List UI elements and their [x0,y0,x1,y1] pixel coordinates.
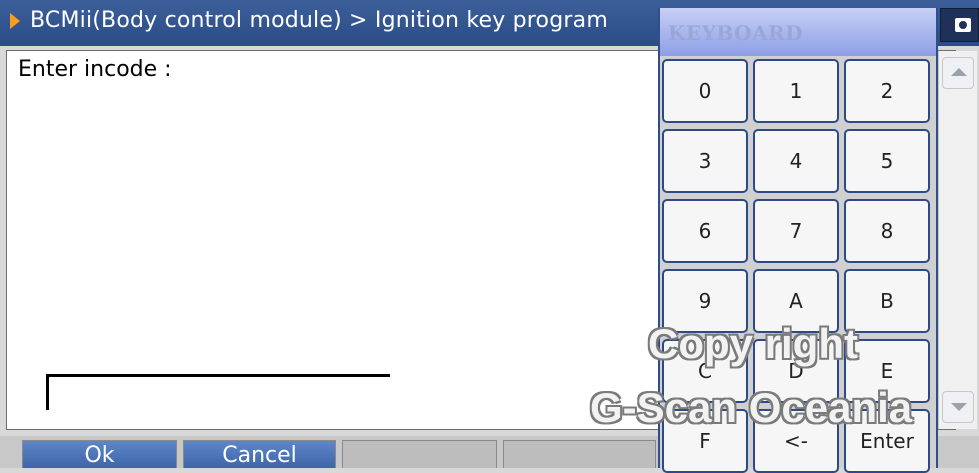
key-1[interactable]: 1 [753,59,839,123]
chevron-up-icon [951,68,967,76]
keyboard-title: KEYBOARD [668,21,804,45]
incode-input[interactable] [46,374,390,410]
camera-button[interactable] [940,8,979,42]
scrollbar[interactable] [938,51,977,429]
scroll-down-button[interactable] [942,391,974,423]
key-backspace[interactable]: <- [753,409,839,473]
footer-button-blank-1 [342,440,497,468]
ok-button[interactable]: Ok [22,440,177,468]
cancel-button[interactable]: Cancel [183,440,336,468]
key-e[interactable]: E [844,339,930,403]
chevron-down-icon [951,403,967,411]
key-3[interactable]: 3 [662,129,748,193]
camera-icon [955,18,971,32]
key-0[interactable]: 0 [662,59,748,123]
key-c[interactable]: C [662,339,748,403]
key-7[interactable]: 7 [753,199,839,263]
key-9[interactable]: 9 [662,269,748,333]
key-6[interactable]: 6 [662,199,748,263]
footer-button-blank-2 [503,440,656,468]
key-8[interactable]: 8 [844,199,930,263]
scroll-up-button[interactable] [942,57,974,89]
arrow-right-icon [10,13,20,29]
key-a[interactable]: A [753,269,839,333]
key-5[interactable]: 5 [844,129,930,193]
keyboard-header: KEYBOARD [660,8,936,56]
key-f[interactable]: F [662,409,748,473]
key-d[interactable]: D [753,339,839,403]
virtual-keyboard: KEYBOARD 0 1 2 3 4 5 6 7 8 9 A B C D E F… [658,8,938,473]
key-2[interactable]: 2 [844,59,930,123]
breadcrumb: BCMii(Body control module) > Ignition ke… [30,8,608,33]
key-b[interactable]: B [844,269,930,333]
key-4[interactable]: 4 [753,129,839,193]
incode-prompt: Enter incode : [18,57,172,82]
key-enter[interactable]: Enter [844,409,930,473]
